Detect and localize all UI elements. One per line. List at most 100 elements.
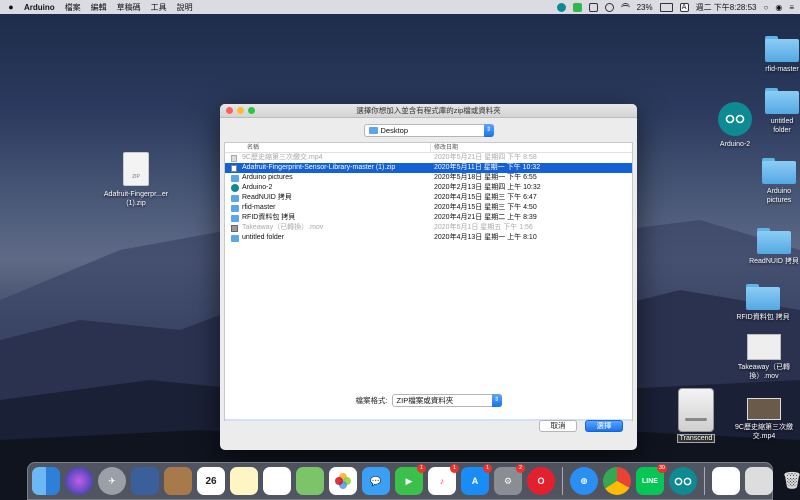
file-name-cell: untitled folder bbox=[225, 233, 431, 243]
facetime-icon[interactable]: ▶ 1 bbox=[395, 464, 426, 495]
desktop-zip-file[interactable]: ZIP Adafruit-Fingerpr...er (1).zip bbox=[98, 152, 174, 208]
desktop-item-label: ReadNUID 拷貝 bbox=[749, 258, 799, 265]
desktop-item-readnuid[interactable]: ReadNUID 拷貝 bbox=[746, 228, 800, 266]
desktop-item-takeaway-mov[interactable]: Takeaway（已轉換）.mov bbox=[733, 334, 795, 381]
location-row: Desktop ⇕ bbox=[220, 118, 637, 142]
calendar-icon[interactable]: 26 bbox=[197, 467, 225, 495]
finder-icon[interactable] bbox=[32, 467, 60, 495]
zoom-window-button[interactable] bbox=[248, 107, 255, 114]
notes-icon[interactable] bbox=[230, 467, 258, 495]
menu-edit[interactable]: 編輯 bbox=[91, 2, 107, 13]
file-row[interactable]: Arduino pictures 2020年5月18日 星期一 下午 6:55 bbox=[225, 173, 632, 183]
notification-center-icon[interactable]: ≡ bbox=[789, 3, 794, 12]
file-name: Takeaway（已轉換）.mov bbox=[242, 224, 324, 231]
location-popup[interactable]: Desktop ⇕ bbox=[363, 123, 494, 137]
desktop-item-rfid-master[interactable]: rfid-master bbox=[762, 36, 800, 74]
desktop-item-label: Transcend bbox=[676, 434, 716, 443]
app-store-icon[interactable]: A1 bbox=[461, 464, 492, 495]
maps-icon[interactable] bbox=[296, 467, 324, 495]
airplay-icon[interactable] bbox=[588, 2, 598, 12]
file-row[interactable]: Arduino-2 2020年2月13日 星期四 上午 10:32 bbox=[225, 183, 632, 193]
safari-icon[interactable]: ⊕ bbox=[570, 467, 598, 495]
desktop-item-transcend-drive[interactable]: Transcend bbox=[674, 388, 718, 443]
video-icon bbox=[231, 224, 238, 232]
battery-icon[interactable] bbox=[659, 2, 673, 12]
file-list[interactable]: 名稱 修改日期 9C歷史縮第三次繳交.mp4 2020年5月21日 星期四 下午 … bbox=[224, 142, 633, 421]
menu-bar-status-area: 23% A 週二 下午8:28:53 ○ ◉ ≡ bbox=[556, 2, 794, 13]
opera-icon[interactable]: O bbox=[527, 467, 555, 495]
desktop-item-rfid-package[interactable]: RFID資料包 拷貝 bbox=[733, 284, 793, 322]
contacts-icon[interactable] bbox=[164, 467, 192, 495]
file-date-cell: 2020年5月18日 星期一 下午 6:55 bbox=[434, 174, 537, 181]
cancel-button[interactable]: 取消 bbox=[539, 420, 577, 432]
close-window-button[interactable] bbox=[226, 107, 233, 114]
file-date-cell: 2020年4月15日 星期三 下午 6:47 bbox=[434, 194, 537, 201]
file-name-cell: ReadNUID 拷貝 bbox=[225, 193, 431, 203]
format-popup[interactable]: ZIP檔案或資料夾 ⇕ bbox=[391, 393, 502, 407]
dialog-title: 選擇你想加入並含有程式庫的zip檔或資料夾 bbox=[356, 106, 501, 115]
file-name: 9C歷史縮第三次繳交.mp4 bbox=[242, 154, 323, 161]
input-method-icon[interactable]: A bbox=[679, 2, 689, 12]
file-icon bbox=[231, 154, 237, 162]
minimize-window-button[interactable] bbox=[237, 107, 244, 114]
siri-dock-icon[interactable] bbox=[65, 467, 93, 495]
file-row[interactable]: RFID資料包 拷貝 2020年4月21日 星期二 上午 8:39 bbox=[225, 213, 632, 223]
chrome-icon[interactable] bbox=[603, 467, 631, 495]
desktop-item-arduino-pictures[interactable]: Arduino pictures bbox=[754, 158, 800, 205]
timemachine-icon[interactable] bbox=[604, 2, 614, 12]
trash-icon[interactable]: 🗑 bbox=[778, 467, 800, 495]
chevron-updown-icon: ⇕ bbox=[483, 123, 494, 137]
menu-app-name[interactable]: Arduino bbox=[24, 3, 55, 12]
arduino-dock-icon[interactable] bbox=[669, 467, 697, 495]
folder-icon bbox=[231, 214, 239, 222]
downloads-stack-icon[interactable] bbox=[745, 467, 773, 495]
preview-icon[interactable] bbox=[131, 467, 159, 495]
column-header-name[interactable]: 名稱 bbox=[225, 143, 431, 152]
line-status-icon[interactable] bbox=[572, 2, 582, 12]
calendar-day: 26 bbox=[205, 475, 217, 487]
file-name: Adafruit-Fingerprint-Sensor-Library-mast… bbox=[242, 164, 396, 171]
file-row[interactable]: untitled folder 2020年4月13日 星期一 上午 8:10 bbox=[225, 233, 632, 243]
video-thumbnail-icon bbox=[747, 334, 781, 360]
music-icon[interactable]: ♪ 1 bbox=[428, 464, 459, 495]
desktop-item-history-mp4[interactable]: 9C歷史縮第三次繳交.mp4 bbox=[730, 398, 798, 441]
menu-tools[interactable]: 工具 bbox=[151, 2, 167, 13]
folder-icon bbox=[757, 228, 791, 254]
choose-button[interactable]: 選擇 bbox=[585, 420, 623, 432]
chevron-updown-icon: ⇕ bbox=[491, 393, 502, 407]
menu-sketch[interactable]: 草稿碼 bbox=[117, 2, 141, 13]
messages-icon[interactable]: 💬 bbox=[362, 467, 390, 495]
menu-help[interactable]: 說明 bbox=[177, 2, 193, 13]
spotlight-icon[interactable]: ○ bbox=[764, 3, 769, 12]
ard-icon bbox=[231, 184, 239, 192]
file-date-cell: 2020年5月21日 星期四 下午 8:58 bbox=[434, 154, 537, 161]
badge-count: 2 bbox=[516, 464, 525, 473]
system-preferences-icon[interactable]: ⚙ 2 bbox=[494, 464, 525, 495]
arduino-status-icon[interactable] bbox=[556, 2, 566, 12]
desktop-item-label: rfid-master bbox=[765, 66, 799, 73]
line-app-icon[interactable]: LINE 30 bbox=[636, 464, 667, 495]
format-row: 檔案格式: ZIP檔案或資料夾 ⇕ bbox=[220, 393, 637, 407]
file-name: Arduino pictures bbox=[242, 174, 293, 181]
wifi-icon[interactable] bbox=[620, 2, 630, 12]
document-icon[interactable] bbox=[712, 467, 740, 495]
launchpad-icon[interactable]: ✈ bbox=[98, 467, 126, 495]
photos-icon[interactable] bbox=[329, 467, 357, 495]
desktop-item-untitled-folder[interactable]: untitled folder bbox=[762, 88, 800, 135]
file-date-cell: 2020年5月1日 星期五 下午 1:56 bbox=[434, 224, 533, 231]
reminders-icon[interactable] bbox=[263, 467, 291, 495]
menu-file[interactable]: 檔案 bbox=[65, 2, 81, 13]
apple-menu-icon[interactable]: ● bbox=[6, 2, 16, 12]
menu-clock[interactable]: 週二 下午8:28:53 bbox=[696, 2, 757, 13]
file-row[interactable]: rfid-master 2020年4月15日 星期三 下午 4:50 bbox=[225, 203, 632, 213]
file-row[interactable]: ReadNUID 拷貝 2020年4月15日 星期三 下午 6:47 bbox=[225, 193, 632, 203]
folder-icon bbox=[762, 158, 796, 184]
desktop-item-arduino-2[interactable]: Arduino-2 bbox=[710, 102, 760, 149]
siri-icon[interactable]: ◉ bbox=[775, 3, 782, 12]
file-row[interactable]: Adafruit-Fingerprint-Sensor-Library-mast… bbox=[225, 163, 632, 173]
file-date-cell: 2020年4月21日 星期二 上午 8:39 bbox=[434, 214, 537, 221]
column-header-date[interactable]: 修改日期 bbox=[431, 143, 458, 152]
battery-percent[interactable]: 23% bbox=[637, 3, 653, 12]
file-name-cell: Takeaway（已轉換）.mov bbox=[225, 223, 431, 233]
file-date-cell: 2020年2月13日 星期四 上午 10:32 bbox=[434, 184, 541, 191]
